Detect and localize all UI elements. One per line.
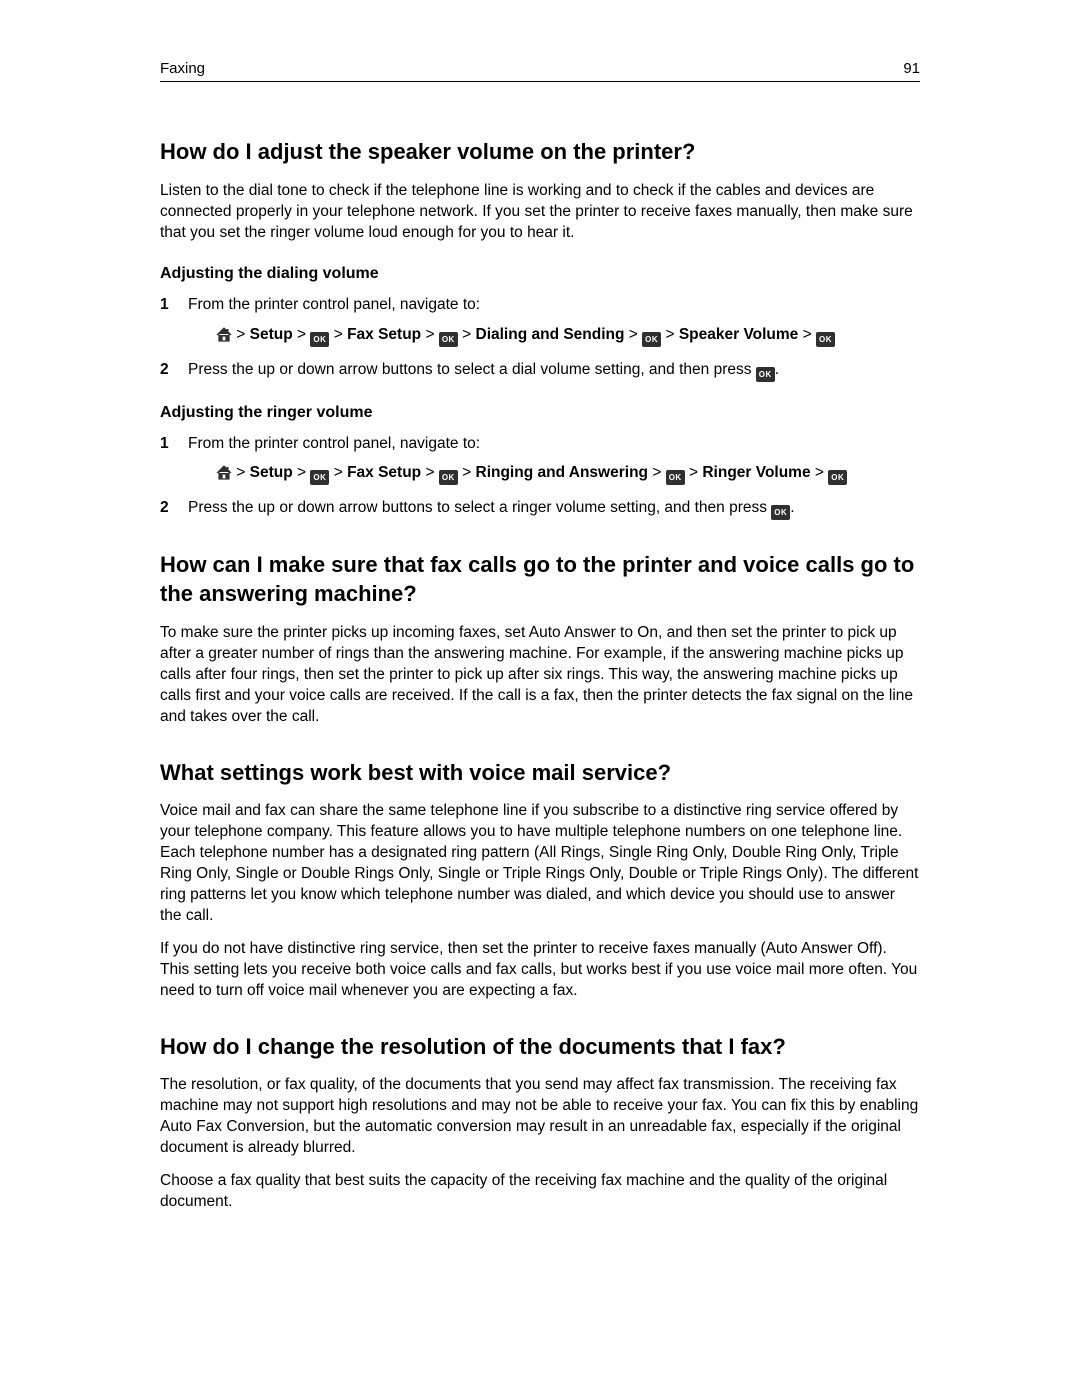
nav-setup: Setup [250,326,293,343]
heading-fax-vs-voice: How can I make sure that fax calls go to… [160,550,920,609]
paragraph: The resolution, or fax quality, of the d… [160,1075,920,1159]
ok-button-icon: OK [771,505,790,520]
ok-button-icon: OK [439,332,458,347]
paragraph: To make sure the printer picks up incomi… [160,623,920,728]
navigation-path: > Setup > OK > Fax Setup > OK > Ringing … [216,461,920,486]
header-section-name: Faxing [160,60,205,77]
step-text: From the printer control panel, navigate… [188,435,480,452]
ok-button-icon: OK [310,332,329,347]
paragraph: Voice mail and fax can share the same te… [160,801,920,927]
ok-button-icon: OK [642,332,661,347]
step-number: 1 [160,293,169,316]
nav-ringing-answering: Ringing and Answering [476,464,649,481]
step-number: 2 [160,358,169,381]
step-text: From the printer control panel, navigate… [188,296,480,313]
home-icon [216,327,232,342]
step-text: . [775,361,779,378]
step-item: 1 From the printer control panel, naviga… [160,293,920,347]
heading-voice-mail: What settings work best with voice mail … [160,758,920,788]
ok-button-icon: OK [310,470,329,485]
step-text: Press the up or down arrow buttons to se… [188,361,756,378]
ok-button-icon: OK [828,470,847,485]
ok-button-icon: OK [756,367,775,382]
nav-speaker-volume: Speaker Volume [679,326,798,343]
ok-button-icon: OK [439,470,458,485]
step-list: 1 From the printer control panel, naviga… [160,293,920,381]
ok-button-icon: OK [816,332,835,347]
nav-setup: Setup [250,464,293,481]
subheading-dialing-volume: Adjusting the dialing volume [160,265,920,283]
header-page-number: 91 [903,60,920,77]
page-header: Faxing 91 [160,60,920,82]
step-item: 2 Press the up or down arrow buttons to … [160,358,920,382]
navigation-path: > Setup > OK > Fax Setup > OK > Dialing … [216,323,920,348]
nav-fax-setup: Fax Setup [347,464,421,481]
step-item: 1 From the printer control panel, naviga… [160,432,920,486]
paragraph: Choose a fax quality that best suits the… [160,1171,920,1213]
step-number: 1 [160,432,169,455]
step-text: . [790,499,794,516]
nav-fax-setup: Fax Setup [347,326,421,343]
step-list: 1 From the printer control panel, naviga… [160,432,920,520]
nav-dialing-sending: Dialing and Sending [476,326,625,343]
page-content: Faxing 91 How do I adjust the speaker vo… [80,0,1000,1305]
step-item: 2 Press the up or down arrow buttons to … [160,496,920,520]
nav-ringer-volume: Ringer Volume [702,464,810,481]
paragraph: If you do not have distinctive ring serv… [160,939,920,1002]
home-icon [216,465,232,480]
step-number: 2 [160,496,169,519]
step-text: Press the up or down arrow buttons to se… [188,499,771,516]
heading-resolution: How do I change the resolution of the do… [160,1032,920,1062]
paragraph: Listen to the dial tone to check if the … [160,181,920,244]
subheading-ringer-volume: Adjusting the ringer volume [160,404,920,422]
ok-button-icon: OK [666,470,685,485]
heading-speaker-volume: How do I adjust the speaker volume on th… [160,137,920,167]
